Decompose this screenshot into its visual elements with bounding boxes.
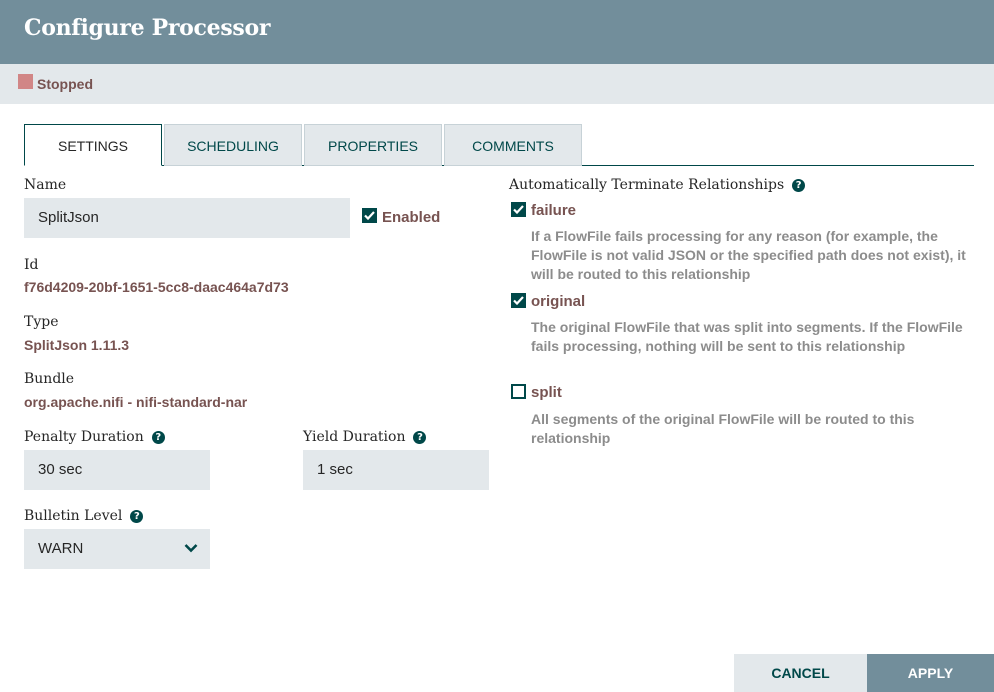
yield-duration-field[interactable]: 1 sec xyxy=(303,450,489,490)
enabled-label: Enabled xyxy=(382,209,441,226)
name-field[interactable]: SplitJson xyxy=(24,198,350,238)
tab-properties[interactable]: PROPERTIES xyxy=(304,124,442,166)
tab-scheduling[interactable]: SCHEDULING xyxy=(164,124,302,166)
relationship-original-name: original xyxy=(531,293,586,310)
yield-duration-label-text: Yield Duration xyxy=(303,429,406,445)
tab-settings[interactable]: SETTINGS xyxy=(24,124,162,166)
bulletin-level-value: WARN xyxy=(38,540,84,557)
help-circle-icon[interactable]: ? xyxy=(413,431,427,444)
relationships-heading-text: Automatically Terminate Relationships xyxy=(509,177,785,193)
bulletin-level-label-text: Bulletin Level xyxy=(24,508,123,524)
failure-checkbox[interactable] xyxy=(511,202,526,217)
apply-button[interactable]: APPLY xyxy=(867,654,994,692)
yield-duration-label: Yield Duration? xyxy=(303,429,427,445)
relationship-failure-description: If a FlowFile fails processing for any r… xyxy=(531,228,966,282)
chevron-down-icon xyxy=(184,544,198,553)
id-label: Id xyxy=(24,257,39,273)
checkmark-icon xyxy=(364,211,375,221)
bundle-label: Bundle xyxy=(24,371,75,387)
cancel-button[interactable]: CANCEL xyxy=(734,654,867,692)
status-bar: Stopped xyxy=(0,64,994,104)
id-value: f76d4209-20bf-1651-5cc8-daac464a7d73 xyxy=(24,279,289,295)
help-circle-icon[interactable]: ? xyxy=(130,510,144,523)
enabled-checkbox[interactable] xyxy=(362,208,377,223)
original-checkbox[interactable] xyxy=(511,293,526,308)
penalty-duration-label: Penalty Duration? xyxy=(24,429,165,445)
bulletin-level-label: Bulletin Level? xyxy=(24,508,144,524)
tab-bar: SETTINGS SCHEDULING PROPERTIES COMMENTS xyxy=(24,124,974,166)
split-checkbox[interactable] xyxy=(511,384,526,399)
relationships-heading: Automatically Terminate Relationships? xyxy=(509,177,806,193)
dialog-title: Configure Processor xyxy=(24,15,271,41)
bundle-value: org.apache.nifi - nifi-standard-nar xyxy=(24,394,248,410)
stopped-square-icon xyxy=(18,74,33,89)
checkmark-icon xyxy=(513,205,524,215)
type-value: SplitJson 1.11.3 xyxy=(24,337,130,353)
relationship-original-description: The original FlowFile that was split int… xyxy=(531,319,963,354)
bulletin-level-select[interactable]: WARN xyxy=(24,529,210,569)
name-label: Name xyxy=(24,177,67,193)
checkmark-icon xyxy=(513,296,524,306)
tab-comments[interactable]: COMMENTS xyxy=(444,124,582,166)
penalty-duration-label-text: Penalty Duration xyxy=(24,429,144,445)
relationship-split-name: split xyxy=(531,384,562,401)
penalty-duration-field[interactable]: 30 sec xyxy=(24,450,210,490)
type-label: Type xyxy=(24,314,59,330)
dialog-header: Configure Processor xyxy=(0,0,994,64)
relationship-split-description: All segments of the original FlowFile wi… xyxy=(531,411,915,446)
help-circle-icon[interactable]: ? xyxy=(792,179,806,192)
relationship-failure-name: failure xyxy=(531,202,577,219)
help-circle-icon[interactable]: ? xyxy=(151,431,165,444)
status-text: Stopped xyxy=(37,76,93,92)
